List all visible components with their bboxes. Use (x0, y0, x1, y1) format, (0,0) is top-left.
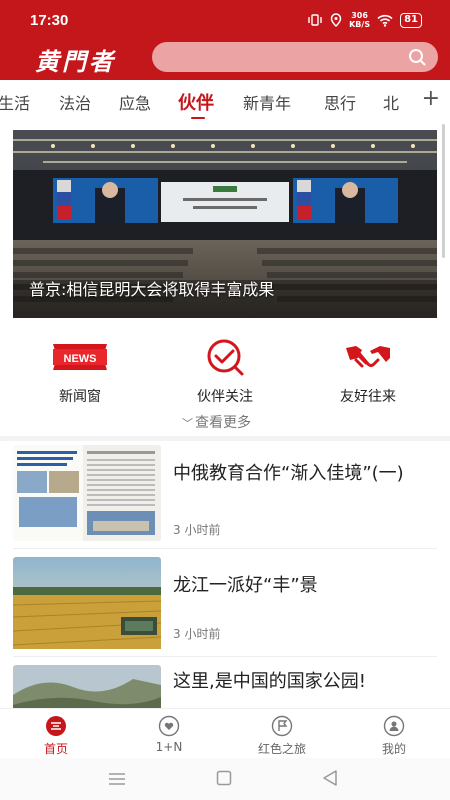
flag-icon (242, 715, 322, 737)
menu-icon[interactable] (108, 771, 126, 790)
network-speed: 306 KB/S (349, 11, 370, 29)
scrollbar[interactable] (442, 124, 445, 258)
vibrate-icon (308, 14, 322, 26)
hero-caption[interactable]: 普京:相信昆明大会将取得丰富成果 (29, 276, 274, 300)
back-icon[interactable] (322, 769, 338, 791)
status-time: 17:30 (30, 12, 69, 29)
news-time: 3 小时前 (173, 627, 221, 641)
news-item[interactable]: 中俄教育合作“渐入佳境”(一) 3 小时前 (0, 445, 450, 553)
nav-label: 首页 (43, 742, 68, 756)
news-title[interactable]: 龙江一派好“丰”景 (173, 571, 413, 601)
wifi-icon (377, 14, 393, 27)
channel-tabs: 生活 法治 应急 伙伴 新青年 思行 北 + (0, 80, 450, 124)
news-thumbnail (13, 557, 161, 653)
battery-indicator: 81 (400, 12, 422, 28)
system-nav-bar (0, 758, 450, 800)
home-logo-icon (16, 715, 96, 737)
tab-new-youth[interactable]: 新青年 (243, 90, 291, 114)
quick-link-label: 新闻窗 (59, 389, 101, 405)
active-tab-indicator (191, 117, 205, 119)
user-icon (354, 715, 434, 737)
heart-bubble-icon (129, 715, 209, 737)
quick-link-label: 伙伴关注 (197, 389, 253, 405)
check-bubble-icon (165, 338, 285, 376)
news-thumbnail (13, 665, 161, 708)
news-item[interactable]: 龙江一派好“丰”景 3 小时前 (0, 557, 450, 665)
nav-label: 1+N (155, 740, 183, 754)
tab-north[interactable]: 北 (383, 90, 399, 114)
quick-link-partner-focus[interactable]: 伙伴关注 (165, 338, 285, 406)
tab-emergency[interactable]: 应急 (119, 90, 151, 114)
nav-home[interactable]: 首页 (16, 715, 96, 757)
location-icon (330, 13, 342, 27)
nav-1n[interactable]: 1+N (129, 715, 209, 754)
quick-link-label: 友好往来 (340, 389, 396, 405)
nav-label: 红色之旅 (257, 742, 306, 756)
nav-mine[interactable]: 我的 (354, 715, 434, 757)
news-badge-text: NEWS (64, 353, 97, 365)
home-square-icon[interactable] (216, 770, 232, 790)
speed-value: 306 (351, 11, 368, 20)
news-title[interactable]: 这里,是中国的国家公园! (173, 667, 413, 697)
speed-unit: KB/S (349, 20, 371, 29)
list-divider (13, 656, 437, 657)
hero-banner[interactable]: 普京:相信昆明大会将取得丰富成果 (13, 130, 437, 318)
news-thumbnail (13, 445, 161, 541)
tab-partners[interactable]: 伙伴 (178, 89, 214, 115)
add-channel-button[interactable]: + (422, 86, 440, 111)
news-badge-icon: NEWS (20, 338, 140, 376)
handshake-icon (308, 338, 428, 376)
list-divider (13, 548, 437, 549)
quick-link-friendship[interactable]: 友好往来 (308, 338, 428, 406)
bottom-nav: 首页 1+N 红色之旅 我的 (0, 708, 450, 758)
news-item[interactable]: 这里,是中国的国家公园! (0, 665, 450, 708)
status-icons: 306 KB/S 81 (307, 11, 422, 29)
quick-link-news[interactable]: NEWS 新闻窗 (20, 338, 140, 406)
tab-life[interactable]: 生活 (0, 90, 30, 114)
section-separator (0, 436, 450, 441)
chevron-down-icon: ﹀ (182, 417, 193, 430)
app-logo: 黄門者 (35, 47, 116, 76)
news-title[interactable]: 中俄教育合作“渐入佳境”(一) (173, 459, 413, 489)
status-bar: 17:30 306 KB/S 81 (0, 0, 450, 42)
nav-red-tour[interactable]: 红色之旅 (242, 715, 322, 757)
tab-sixing[interactable]: 思行 (324, 90, 356, 114)
tab-law[interactable]: 法治 (59, 90, 91, 114)
search-icon[interactable] (408, 48, 426, 70)
view-more-button[interactable]: ﹀ 查看更多 (182, 412, 251, 432)
news-time: 3 小时前 (173, 523, 221, 537)
search-bar[interactable] (152, 42, 438, 72)
app-header: 17:30 306 KB/S 81 黄門者 (0, 0, 450, 80)
view-more-label: 查看更多 (195, 415, 251, 431)
nav-label: 我的 (381, 742, 406, 756)
